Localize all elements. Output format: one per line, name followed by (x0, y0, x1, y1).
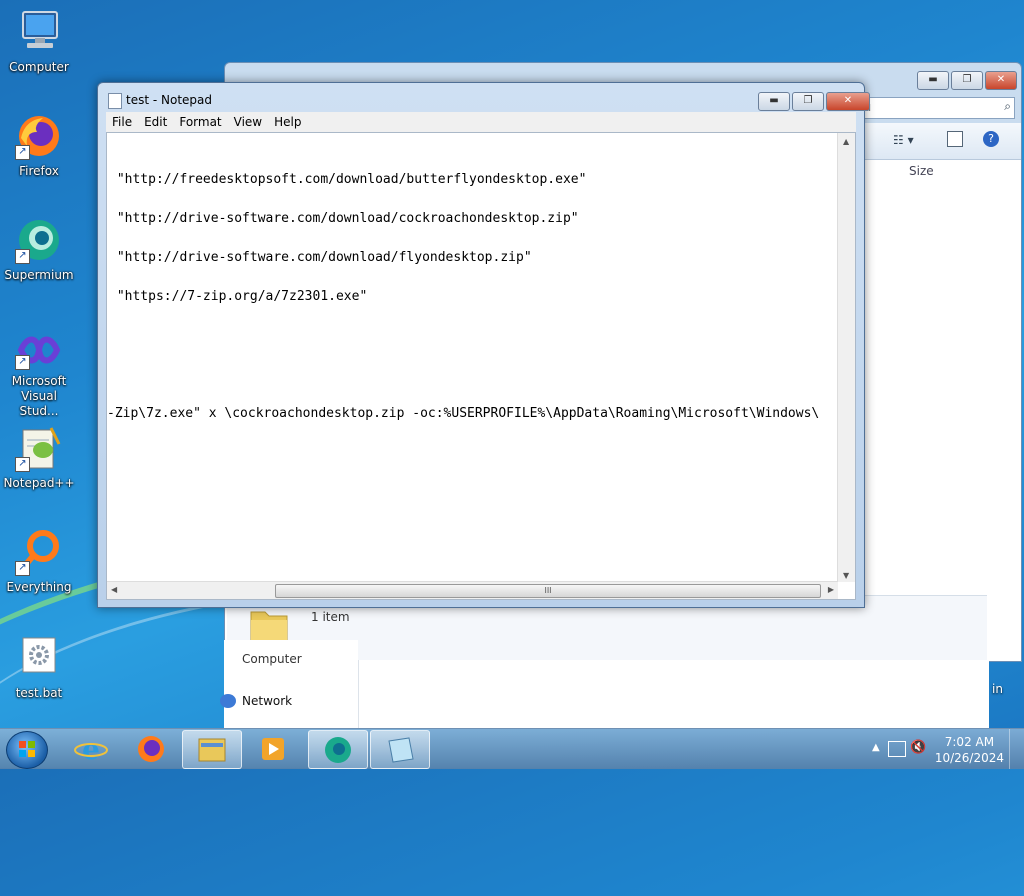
taskbar-media-player[interactable] (244, 730, 302, 767)
taskbar-supermium[interactable] (308, 730, 368, 769)
show-desktop-button[interactable] (1009, 729, 1024, 769)
nav-item-computer[interactable]: Computer (242, 652, 302, 666)
desktop-icon-notepadpp[interactable]: ↗ Notepad++ (0, 424, 78, 491)
notepad-icon (108, 93, 122, 109)
text-line: "http://drive-software.com/download/flyo… (109, 250, 532, 265)
text-line: "http://drive-software.com/download/cock… (109, 211, 579, 226)
vertical-scrollbar[interactable]: ▲ ▼ (837, 133, 855, 582)
text-line (107, 329, 837, 342)
menu-view[interactable]: View (228, 112, 268, 132)
network-icon (220, 694, 236, 708)
partial-desktop-label: in (992, 682, 1003, 696)
menu-bar: File Edit Format View Help (106, 112, 856, 132)
shortcut-arrow-icon: ↗ (15, 457, 30, 472)
shortcut-arrow-icon: ↗ (15, 145, 30, 160)
text-line: -Zip\7z.exe" x \cockroachondesktop.zip -… (107, 406, 820, 421)
batch-file-icon (15, 634, 63, 682)
clock-date: 10/26/2024 (934, 751, 1004, 765)
desktop-icon-label: Firefox (19, 164, 59, 178)
desktop-icon-firefox[interactable]: ↗ Firefox (0, 112, 78, 179)
nav-item-network[interactable]: Network (242, 694, 292, 708)
desktop-icon-label: Computer (9, 60, 69, 74)
desktop-icon-label: test.bat (15, 686, 63, 700)
menu-help[interactable]: Help (268, 112, 307, 132)
clock-time: 7:02 AM (944, 735, 995, 749)
maximize-button[interactable]: ❐ (951, 71, 983, 90)
folder-icon (250, 611, 288, 643)
internet-explorer-icon: e (74, 733, 108, 766)
supermium-icon: ↗ (15, 216, 63, 264)
desktop-icon-label: Everything (6, 580, 72, 594)
shortcut-arrow-icon: ↗ (15, 249, 30, 264)
menu-edit[interactable]: Edit (138, 112, 173, 132)
supermium-icon (325, 737, 351, 763)
scroll-down-icon[interactable]: ▼ (843, 571, 849, 580)
status-item-count: 1 item (311, 610, 350, 624)
window-title: test - Notepad (126, 93, 212, 107)
media-player-icon (262, 738, 284, 760)
text-editor[interactable]: "http://freedesktopsoft.com/download/but… (106, 132, 856, 600)
view-options-icon[interactable]: ☷ ▾ (893, 133, 914, 147)
desktop-icon-label: Microsoft Visual Stud... (11, 374, 67, 418)
explorer-window-controls: ▬ ❐ ✕ (917, 71, 1017, 90)
notepadpp-icon: ↗ (15, 424, 63, 472)
explorer-file-list (358, 660, 989, 728)
menu-file[interactable]: File (106, 112, 138, 132)
desktop-icon-computer[interactable]: Computer (0, 8, 78, 75)
network-status-icon[interactable] (888, 741, 906, 757)
preview-pane-icon[interactable] (947, 131, 963, 147)
notepad-window[interactable]: test - Notepad ▬ ❐ ✕ File Edit Format Vi… (97, 82, 870, 608)
horizontal-scroll-thumb[interactable]: III (275, 584, 821, 598)
desktop-icon-label: Supermium (4, 268, 74, 282)
notepad-icon (388, 737, 414, 763)
taskbar-internet-explorer[interactable]: e (62, 730, 120, 767)
desktop-icon-everything[interactable]: ↗ Everything (0, 528, 78, 595)
desktop-icon-test-bat[interactable]: test.bat (0, 634, 78, 701)
help-icon[interactable]: ? (983, 131, 999, 147)
taskbar-notepad[interactable] (370, 730, 430, 769)
text-line: "https://7-zip.org/a/7z2301.exe" (109, 289, 368, 304)
horizontal-scrollbar[interactable]: ◀ III ▶ (107, 581, 838, 599)
text-line (107, 368, 837, 381)
minimize-button[interactable]: ▬ (917, 71, 949, 90)
desktop-icon-visual-studio[interactable]: ↗ Microsoft Visual Stud... (0, 330, 78, 419)
system-tray: ▲ 🔇 7:02 AM 10/26/2024 (864, 729, 1024, 769)
taskbar: e ▲ 🔇 7:02 AM 10/26/2024 (0, 728, 1024, 769)
visual-studio-icon: ↗ (15, 330, 63, 370)
windows-logo-icon (19, 741, 35, 757)
text-line: "http://freedesktopsoft.com/download/but… (109, 172, 587, 187)
firefox-icon: ↗ (15, 112, 63, 160)
explorer-search-input[interactable]: nu ⌕ (853, 97, 1015, 119)
desktop-icon-supermium[interactable]: ↗ Supermium (0, 216, 78, 283)
start-button[interactable] (6, 731, 48, 769)
scroll-left-icon[interactable]: ◀ (111, 585, 117, 594)
notepad-window-controls: ▬ ❐ ✕ (758, 92, 870, 111)
computer-icon (15, 8, 63, 56)
close-button[interactable]: ✕ (826, 92, 870, 111)
show-hidden-icons-icon[interactable]: ▲ (872, 742, 880, 753)
scroll-right-icon[interactable]: ▶ (828, 585, 834, 594)
menu-format[interactable]: Format (173, 112, 227, 132)
explorer-nav-pane: Computer Network (220, 640, 358, 728)
scroll-grip: III (544, 586, 552, 595)
folder-icon (198, 738, 226, 762)
explorer-right-edge: in (988, 660, 1024, 728)
column-header-size[interactable]: Size (909, 164, 934, 178)
shortcut-arrow-icon: ↗ (15, 561, 30, 576)
volume-muted-icon[interactable]: 🔇 (910, 740, 926, 755)
search-icon: ⌕ (1004, 99, 1011, 113)
taskbar-clock[interactable]: 7:02 AM 10/26/2024 (935, 734, 1004, 766)
svg-text:e: e (82, 733, 100, 766)
close-button[interactable]: ✕ (985, 71, 1017, 90)
scroll-up-icon[interactable]: ▲ (843, 137, 849, 146)
maximize-button[interactable]: ❐ (792, 92, 824, 111)
shortcut-arrow-icon: ↗ (15, 355, 30, 370)
text-content: "http://freedesktopsoft.com/download/but… (107, 147, 837, 587)
taskbar-explorer[interactable] (182, 730, 242, 769)
desktop-icon-label: Notepad++ (3, 476, 75, 490)
firefox-icon (138, 736, 164, 762)
minimize-button[interactable]: ▬ (758, 92, 790, 111)
everything-search-icon: ↗ (15, 528, 63, 576)
taskbar-firefox[interactable] (122, 730, 180, 767)
